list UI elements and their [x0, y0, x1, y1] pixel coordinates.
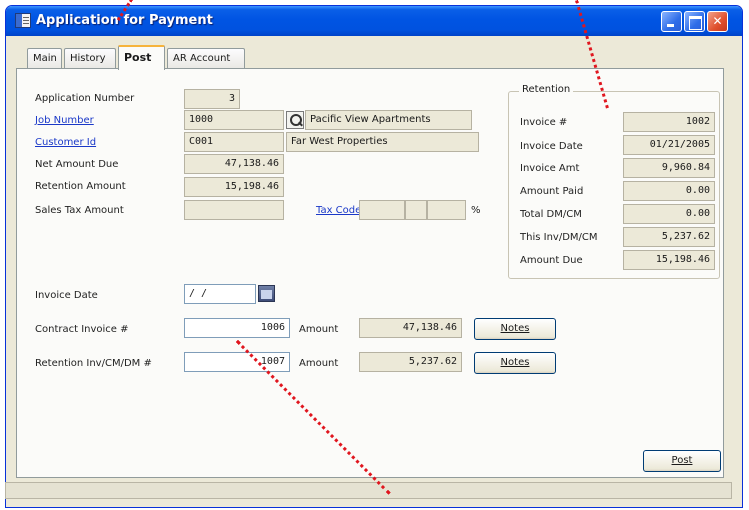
retention-this-inv-field: 5,237.62 — [623, 227, 715, 247]
job-number-link[interactable]: Job Number — [35, 115, 94, 126]
contract-amount-field: 47,138.46 — [359, 318, 462, 338]
tab-ar-account[interactable]: AR Account — [167, 48, 245, 69]
invoice-date-label: Invoice Date — [35, 290, 98, 301]
close-button[interactable]: ✕ — [707, 11, 728, 32]
tax-code-sub-field — [405, 200, 427, 220]
tax-code-link[interactable]: Tax Code — [316, 205, 361, 216]
retention-amount-due-label: Amount Due — [520, 255, 583, 266]
sales-tax-amount-field[interactable] — [184, 200, 284, 220]
minimize-button[interactable] — [661, 11, 682, 32]
customer-id-field[interactable]: C001 — [184, 132, 284, 152]
job-number-field[interactable]: 1000 — [184, 110, 284, 130]
contract-invoice-label: Contract Invoice # — [35, 324, 129, 335]
retention-amount-field: 15,198.46 — [184, 177, 284, 197]
application-number-field: 3 — [184, 89, 240, 109]
retention-invoice-date-label: Invoice Date — [520, 141, 583, 152]
calendar-icon[interactable] — [258, 285, 275, 302]
retention-invoice-number-field[interactable]: 1007 — [184, 352, 290, 372]
retention-invoice-number-label: Retention Inv/CM/DM # — [35, 358, 152, 369]
retention-amount-paid-label: Amount Paid — [520, 186, 584, 197]
title-bar[interactable]: Application for Payment ✕ — [6, 6, 742, 36]
status-bar — [5, 482, 732, 499]
tab-history[interactable]: History — [64, 48, 116, 69]
retention-invoice-amount-label: Amount — [299, 358, 339, 369]
search-icon[interactable] — [286, 111, 304, 129]
retention-invoice-amt-label: Invoice Amt — [520, 163, 580, 174]
retention-invoice-date-field: 01/21/2005 — [623, 135, 715, 155]
contract-invoice-field[interactable]: 1006 — [184, 318, 290, 338]
post-button[interactable]: Post — [643, 450, 721, 472]
retention-invoice-amount-field: 5,237.62 — [359, 352, 462, 372]
retention-total-dmcm-field: 0.00 — [623, 204, 715, 224]
application-icon — [15, 13, 31, 28]
contract-notes-button[interactable]: Notes — [474, 318, 556, 340]
retention-title: Retention — [519, 84, 574, 95]
tab-post[interactable]: Post — [118, 45, 165, 70]
tax-code-field[interactable] — [359, 200, 405, 220]
retention-amount-label: Retention Amount — [35, 181, 126, 192]
job-description-field: Pacific View Apartments — [305, 110, 472, 130]
retention-this-inv-label: This Inv/DM/CM — [520, 232, 598, 243]
invoice-date-field[interactable]: / / — [184, 284, 256, 304]
window-title: Application for Payment — [36, 13, 213, 28]
post-button-label: Post — [671, 455, 693, 466]
net-amount-due-field: 47,138.46 — [184, 154, 284, 174]
retention-amount-due-field: 15,198.46 — [623, 250, 715, 270]
net-amount-due-label: Net Amount Due — [35, 159, 119, 170]
retention-notes-button-label: Notes — [500, 357, 530, 368]
customer-id-link[interactable]: Customer Id — [35, 137, 96, 148]
retention-total-dmcm-label: Total DM/CM — [520, 209, 582, 220]
application-number-label: Application Number — [35, 93, 135, 104]
contract-notes-button-label: Notes — [500, 323, 530, 334]
retention-amount-paid-field: 0.00 — [623, 181, 715, 201]
percent-sign: % — [471, 205, 481, 216]
contract-amount-label: Amount — [299, 324, 339, 335]
retention-invoice-label: Invoice # — [520, 117, 568, 128]
customer-name-field: Far West Properties — [286, 132, 479, 152]
maximize-button[interactable] — [684, 11, 705, 32]
tax-rate-field — [427, 200, 466, 220]
retention-notes-button[interactable]: Notes — [474, 352, 556, 374]
retention-invoice-field: 1002 — [623, 112, 715, 132]
retention-invoice-amt-field: 9,960.84 — [623, 158, 715, 178]
sales-tax-amount-label: Sales Tax Amount — [35, 205, 124, 216]
tab-main[interactable]: Main — [27, 48, 62, 69]
